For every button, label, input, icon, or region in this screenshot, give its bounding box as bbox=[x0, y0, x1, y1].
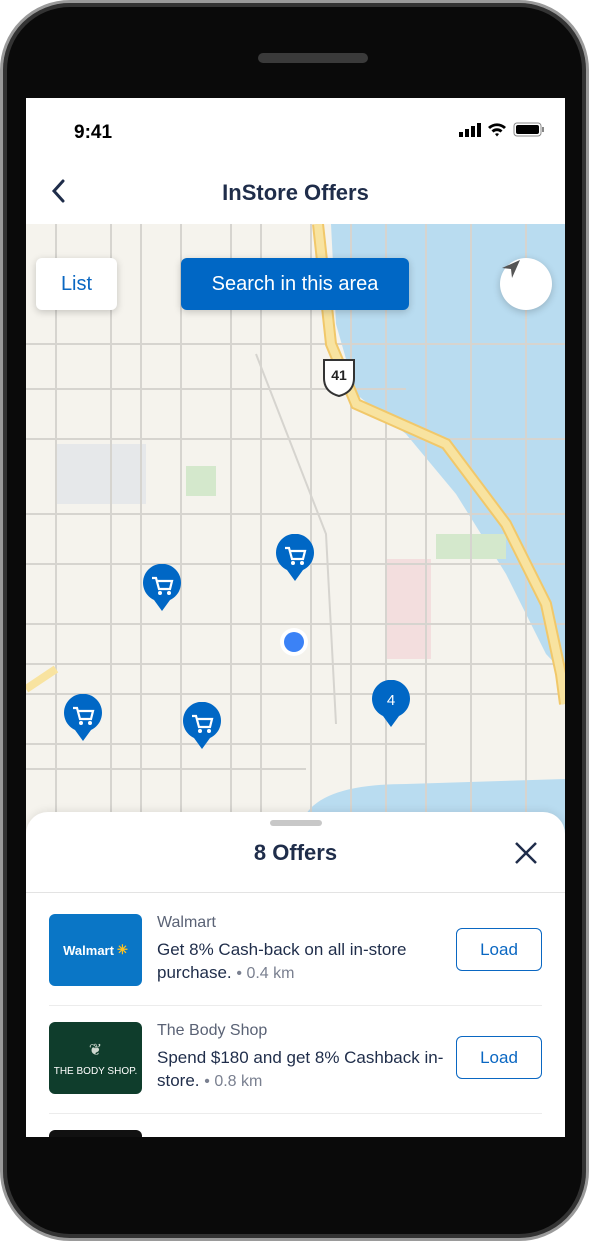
offer-item[interactable]: ❦ THE BODY SHOP. The Body Shop Spend $180… bbox=[49, 1006, 542, 1114]
merchant-name: Walmart bbox=[157, 914, 216, 931]
body-shop-logo: ❦ THE BODY SHOP. bbox=[49, 1022, 142, 1094]
load-offer-button[interactable]: Load bbox=[456, 928, 542, 971]
status-bar: 9:41 bbox=[26, 98, 565, 158]
nav-bar: InStore Offers bbox=[26, 158, 565, 224]
distance: • 0.4 km bbox=[236, 965, 295, 982]
locate-me-button[interactable] bbox=[500, 258, 552, 310]
sheet-title: 8 Offers bbox=[253, 840, 338, 865]
user-location-dot bbox=[284, 632, 304, 652]
divider bbox=[26, 892, 565, 893]
offer-description: Spend $180 and get 8% Cashback in-store.… bbox=[157, 1048, 444, 1090]
navigation-arrow-icon bbox=[502, 260, 520, 278]
store-pin[interactable] bbox=[275, 534, 315, 582]
offer-item-partial-logo bbox=[49, 1130, 142, 1137]
offer-description: Get 8% Cash-back on all in-store purchas… bbox=[157, 940, 407, 982]
cluster-pin[interactable]: 4 bbox=[371, 680, 411, 728]
battery-icon bbox=[513, 122, 544, 137]
signal-icon bbox=[459, 122, 481, 137]
svg-text:41: 41 bbox=[331, 367, 347, 383]
close-icon[interactable] bbox=[513, 840, 539, 866]
speaker bbox=[258, 53, 368, 63]
walmart-logo: Walmart ✳ bbox=[49, 914, 142, 986]
status-time: 9:41 bbox=[74, 122, 113, 143]
distance: • 0.8 km bbox=[204, 1073, 263, 1090]
store-pin[interactable] bbox=[182, 702, 222, 750]
wifi-icon bbox=[488, 123, 506, 137]
store-pin[interactable] bbox=[63, 694, 103, 742]
merchant-name: The Body Shop bbox=[157, 1022, 268, 1039]
list-view-button[interactable]: List bbox=[36, 258, 117, 310]
map-canvas: 41 bbox=[26, 224, 565, 834]
search-area-button[interactable]: Search in this area bbox=[181, 258, 409, 310]
store-pin[interactable] bbox=[142, 564, 182, 612]
page-title: InStore Offers bbox=[222, 180, 369, 205]
svg-text:4: 4 bbox=[387, 692, 395, 709]
route-shield: 41 bbox=[323, 359, 355, 398]
load-offer-button[interactable]: Load bbox=[456, 1036, 542, 1079]
offers-sheet: 8 Offers Walmart ✳ Walmart Get 8% Cash-ba… bbox=[26, 812, 565, 1137]
offer-item[interactable]: Walmart ✳ Walmart Get 8% Cash-back on all… bbox=[49, 898, 542, 1006]
screen: 9:41 InStore Offers 41 List Search in th… bbox=[26, 98, 565, 1137]
drag-handle[interactable] bbox=[270, 820, 322, 826]
map[interactable]: 41 List Search in this area 4 bbox=[26, 224, 565, 834]
